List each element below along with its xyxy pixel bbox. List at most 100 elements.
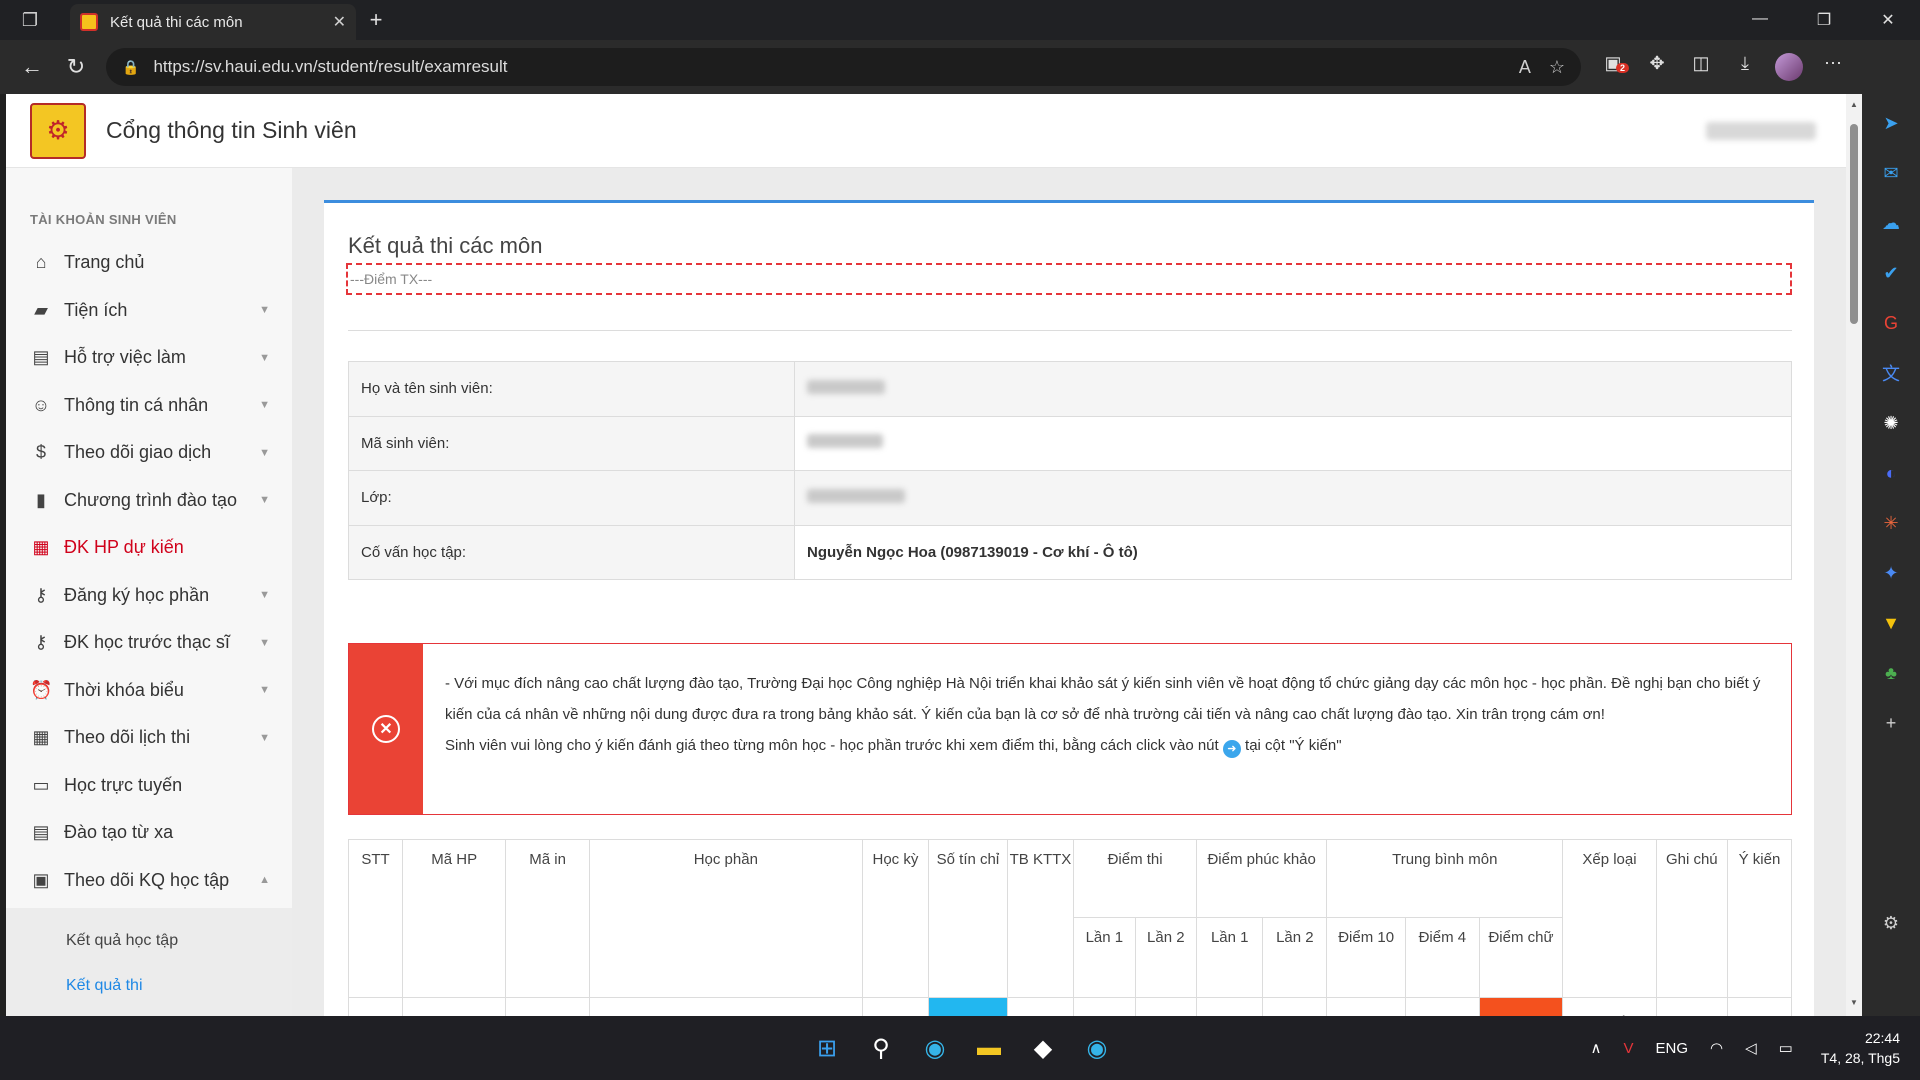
info-row: Họ và tên sinh viên: [348, 361, 1792, 417]
claude-icon[interactable]: ✳ [1876, 508, 1906, 538]
tab-title: Kết quả thi các môn [110, 13, 243, 31]
money-icon: $ [35, 442, 46, 463]
add-icon[interactable]: + [1876, 708, 1906, 738]
edge-alt-icon[interactable]: ◉ [1070, 1026, 1124, 1070]
cell-diem10: 5.4 [1326, 997, 1406, 1016]
favorite-star-icon[interactable]: ☆ [1549, 57, 1565, 78]
close-tab-icon[interactable]: ✕ [333, 12, 346, 32]
settings-gear-icon[interactable]: ⚙ [1876, 908, 1906, 938]
sidebar-item-distance-learning[interactable]: ▤ Đào tạo từ xa [6, 809, 292, 857]
extensions-icon[interactable]: ✥ [1635, 53, 1679, 81]
redacted-value [807, 379, 885, 394]
sidebar-menu: ⌂ Trang chủ ▰ Tiện ích ▼ ▤ Hỗ trợ việc làm ▼ … [6, 239, 292, 904]
divider [348, 330, 1792, 331]
cell-diem-chu: D+ [1478, 997, 1564, 1016]
student-name-value [794, 361, 1792, 417]
edge-sidebar: ➤ ✉ ☁ ✔ G 文 ✺ ◐ ✳ ✦ ▼ ♣ + ⚙ [1862, 94, 1920, 1016]
sidebar-item-online-learning[interactable]: ▭ Học trực tuyến [6, 762, 292, 810]
profile-avatar[interactable] [1767, 53, 1811, 81]
split-screen-icon[interactable]: ◫ [1679, 53, 1723, 81]
address-bar[interactable]: 🔒 https://sv.haui.edu.vn/student/result/… [106, 48, 1581, 86]
battery-icon[interactable]: ▭ [1779, 1039, 1793, 1057]
gemini-icon[interactable]: ✦ [1876, 558, 1906, 588]
trophy-icon[interactable]: ▼ [1876, 608, 1906, 638]
face-icon: ☺ [31, 394, 51, 415]
sidebar-item-exam-schedule[interactable]: ▦ Theo dõi lịch thi ▼ [6, 714, 292, 762]
extension-badge-icon[interactable]: ▣ 2 [1591, 53, 1635, 81]
minimize-icon[interactable]: — [1728, 10, 1792, 30]
edge-icon[interactable]: ◉ [908, 1026, 962, 1070]
more-icon[interactable]: ⋯ [1811, 53, 1855, 81]
cell-ma-hp: BS6019 [402, 997, 507, 1016]
translate-icon[interactable]: 文 [1876, 358, 1906, 388]
read-aloud-icon[interactable]: A [1519, 57, 1531, 78]
university-logo[interactable]: ⚙ [30, 102, 86, 159]
alarm-icon: ⏰ [30, 679, 53, 700]
windows-start-icon[interactable]: ⊞ [800, 1026, 854, 1070]
tree-icon[interactable]: ♣ [1876, 658, 1906, 688]
sidebar-item-timetable[interactable]: ⏰ Thời khóa biểu ▼ [6, 667, 292, 715]
taskbar-apps: ⊞ ⚲ ◉ ▬ ◆ ◉ [800, 1026, 1124, 1070]
scroll-down-icon[interactable]: ▼ [1850, 998, 1858, 1007]
search-icon[interactable]: ⚲ [854, 1026, 908, 1070]
submenu-item-learning-results[interactable]: Kết quả học tập [6, 918, 292, 963]
cell-diem4: 1.5 [1404, 997, 1480, 1016]
sidebar-item-utilities[interactable]: ▰ Tiện ích ▼ [6, 287, 292, 335]
wifi-icon[interactable]: ◠ [1710, 1039, 1723, 1057]
volume-icon[interactable]: ◁ [1745, 1039, 1757, 1057]
workspaces-icon[interactable]: ❐ [0, 0, 60, 40]
google-icon[interactable]: G [1876, 308, 1906, 338]
language-indicator[interactable]: ENG [1656, 1040, 1689, 1057]
close-window-icon[interactable]: ✕ [1856, 10, 1920, 30]
url-text[interactable]: https://sv.haui.edu.vn/student/result/ex… [153, 57, 1500, 77]
sidebar-item-home[interactable]: ⌂ Trang chủ [6, 239, 292, 287]
cell-thi-lan1: 4.5 [1073, 997, 1136, 1016]
laptop-icon: ▭ [32, 774, 50, 795]
book-icon: ▰ [34, 299, 48, 320]
chevron-up-icon[interactable]: ∧ [1591, 1039, 1602, 1057]
sidebar-item-curriculum[interactable]: ▮ Chương trình đào tạo ▼ [6, 477, 292, 525]
sidebar-item-transactions[interactable]: $ Theo dõi giao dịch ▼ [6, 429, 292, 477]
user-name-redacted[interactable] [1706, 122, 1816, 140]
back-icon[interactable]: ← [10, 48, 54, 86]
cell-hoc-ky [861, 997, 930, 1016]
col-ghi-chu: Ghi chú [1655, 839, 1728, 998]
sidebar-item-job-support[interactable]: ▤ Hỗ trợ việc làm ▼ [6, 334, 292, 382]
onedrive-icon[interactable]: ☁ [1876, 208, 1906, 238]
scrollbar-thumb[interactable] [1850, 124, 1858, 324]
sidebar-item-masters-registration[interactable]: ⚷ ĐK học trước thạc sĩ ▼ [6, 619, 292, 667]
downloads-icon[interactable]: ⤓ [1723, 53, 1767, 81]
sidebar-item-academic-results[interactable]: ▣ Theo dõi KQ học tập ▲ [6, 857, 292, 905]
copilot-icon[interactable]: ◐ [1876, 458, 1906, 488]
file-explorer-icon[interactable]: ▬ [962, 1026, 1016, 1070]
todo-icon[interactable]: ✔ [1876, 258, 1906, 288]
new-tab-button[interactable]: + [356, 7, 396, 33]
telegram-icon[interactable]: ➤ [1876, 108, 1906, 138]
app-icon[interactable]: ◆ [1016, 1026, 1070, 1070]
sidebar-item-planned-registration[interactable]: ▦ ĐK HP dự kiến [6, 524, 292, 572]
sidebar-section-title: TÀI KHOẢN SINH VIÊN [30, 212, 177, 227]
clock[interactable]: 22:44 T4, 28, Thg5 [1821, 1028, 1900, 1068]
outlook-icon[interactable]: ✉ [1876, 158, 1906, 188]
cell-tb-kttx [1006, 997, 1075, 1016]
cell-so-tin-chi: 2.0 [928, 997, 1008, 1016]
refresh-icon[interactable]: ↻ [54, 48, 98, 86]
browser-tab[interactable]: Kết quả thi các môn ✕ [70, 4, 356, 40]
sidebar-item-course-registration[interactable]: ⚷ Đăng ký học phần ▼ [6, 572, 292, 620]
cell-ghi-chu [1655, 997, 1728, 1016]
bus-icon: ▤ [32, 347, 50, 368]
restore-icon[interactable]: ❐ [1792, 10, 1856, 30]
cell-pk-lan2 [1262, 997, 1328, 1016]
submenu-item-exam-results[interactable]: Kết quả thi [6, 963, 292, 1008]
chatgpt-icon[interactable]: ✺ [1876, 408, 1906, 438]
vivaldi-icon[interactable]: V [1624, 1040, 1634, 1057]
survey-notice: ✕ - Với mục đích nâng cao chất lượng đào… [348, 643, 1792, 815]
window-controls: — ❐ ✕ [1728, 10, 1920, 30]
cell-y-kien[interactable] [1726, 997, 1793, 1016]
course-link[interactable]: Nhập môn nghiên cứu khoa học [588, 997, 863, 1016]
page-scrollbar[interactable]: ▲ ▼ [1846, 94, 1862, 1016]
scroll-up-icon[interactable]: ▲ [1850, 100, 1858, 109]
lock-icon[interactable]: 🔒 [122, 59, 139, 76]
col-stt: STT [347, 839, 404, 998]
sidebar-item-personal-info[interactable]: ☺ Thông tin cá nhân ▼ [6, 382, 292, 430]
